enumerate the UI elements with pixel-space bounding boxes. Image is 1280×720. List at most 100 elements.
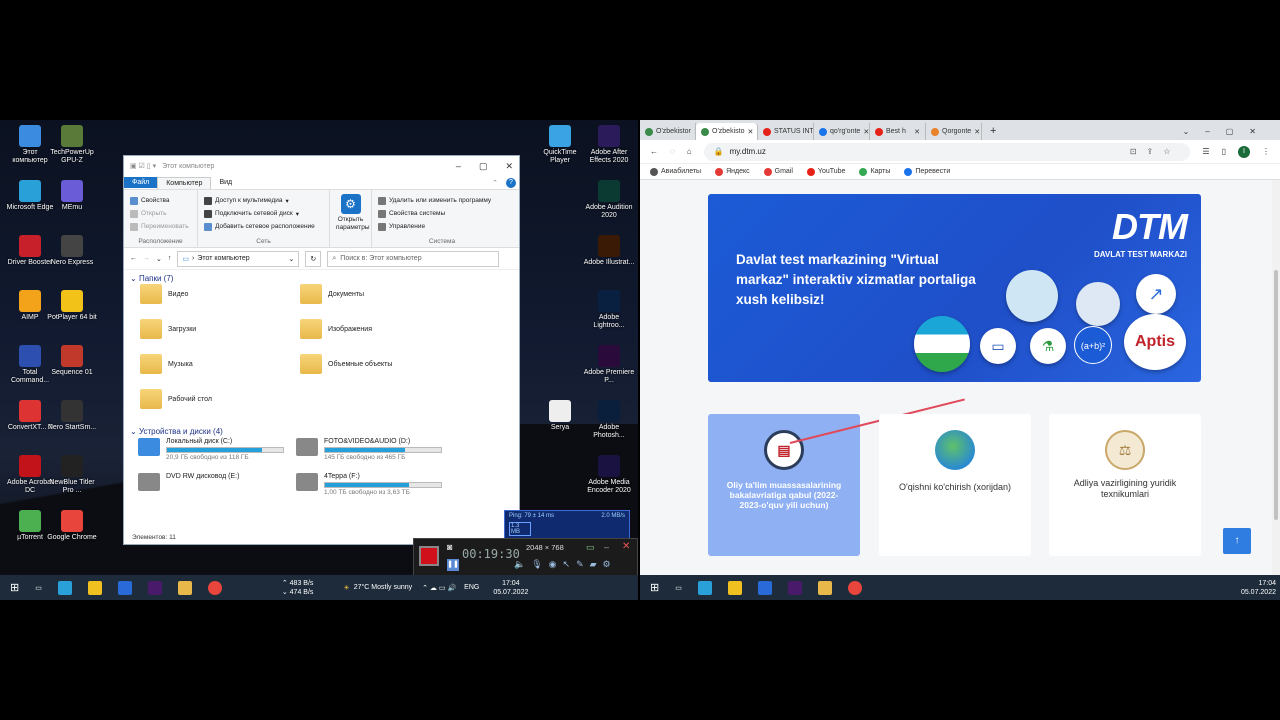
browser-tab[interactable]: Best h ✕ <box>870 123 926 140</box>
home-icon[interactable]: ⌂ <box>687 147 692 156</box>
mail-icon[interactable] <box>117 580 132 595</box>
ribbon-collapse-icon[interactable]: ⌃ <box>484 177 506 189</box>
card-transfer-abroad[interactable]: O'qishni ko'chirish (xorijdan) <box>879 414 1031 556</box>
tray-icons[interactable]: ⌃ ☁ ▭ 🔊 <box>422 584 456 592</box>
card-bachelor-admission[interactable]: ▤ Oliy ta'lim muassasalarining bakalavri… <box>708 414 860 556</box>
desktop-icon[interactable]: Adobe Audition 2020 <box>583 180 635 220</box>
bookmark-item[interactable]: Яндекс <box>715 167 750 176</box>
browser-tab[interactable]: O'zbekistor✕ <box>640 123 696 140</box>
minimize-button[interactable]: – <box>456 161 461 172</box>
settings-icon[interactable]: ⚙ <box>603 559 611 570</box>
browser-tab[interactable]: Qorgonte ✕ <box>926 123 982 140</box>
up-icon[interactable]: ↑ <box>168 255 172 262</box>
chevron-down-icon[interactable]: ⌄ <box>156 255 162 263</box>
desktop-icon[interactable]: PotPlayer 64 bit <box>46 290 98 322</box>
system-properties-button[interactable]: Свойства системы <box>378 207 506 220</box>
folder-icon[interactable]: ▰ <box>590 559 597 570</box>
folder-item[interactable]: Изображения <box>300 319 372 339</box>
rename-button[interactable]: Переименовать <box>130 220 191 233</box>
open-settings-button[interactable]: ⚙ Открыть параметры <box>330 190 372 247</box>
pause-button[interactable]: ❚❚ <box>447 559 459 571</box>
open-button[interactable]: Открыть <box>130 207 191 220</box>
management-button[interactable]: Управление <box>378 220 506 233</box>
premiere-icon[interactable] <box>147 580 162 595</box>
desktop-icon[interactable]: Adobe Photosh... <box>583 400 635 440</box>
premiere-icon[interactable] <box>787 580 802 595</box>
record-stop-button[interactable] <box>419 546 439 566</box>
webcam-icon[interactable]: ◉ <box>549 559 557 570</box>
mail-icon[interactable] <box>757 580 772 595</box>
clock[interactable]: 17:04 05.07.2022 <box>1241 579 1276 597</box>
refresh-icon[interactable]: ↻ <box>305 250 322 267</box>
search-input[interactable]: ⌕ Поиск в: Этот компьютер <box>327 250 500 267</box>
browser-tab[interactable]: qo'rg'onte ✕ <box>814 123 870 140</box>
speaker-icon[interactable]: 🔈 <box>514 559 525 570</box>
browser-tab[interactable]: STATUS INT✕ <box>758 123 814 140</box>
add-network-location-button[interactable]: Добавить сетевое расположение <box>204 220 323 233</box>
bookmark-item[interactable]: Карты <box>859 167 890 176</box>
map-drive-button[interactable]: Подключить сетевой диск ▾ <box>204 207 323 220</box>
desktop-icon[interactable]: Adobe After Effects 2020 <box>583 125 635 165</box>
explorer-icon[interactable] <box>817 580 832 595</box>
close-recorder-icon[interactable]: ✕ <box>622 541 630 552</box>
sidebar-icon[interactable]: ▯ <box>1222 147 1226 156</box>
close-button[interactable]: ✕ <box>505 161 513 172</box>
camera-icon[interactable]: ◙ <box>447 542 452 552</box>
drive-item[interactable]: FOTO&VIDEO&AUDIO (D:) 145 ГБ свободно из … <box>296 438 442 461</box>
desktop-icon[interactable]: MEmu <box>46 180 98 212</box>
window-icon[interactable]: ▭ <box>586 542 595 553</box>
close-tab-icon[interactable]: ✕ <box>747 128 753 136</box>
browser-tab[interactable]: O'zbekisto ✕ <box>696 123 758 140</box>
desktop-icon[interactable]: TechPowerUp GPU-Z <box>46 125 98 165</box>
store-icon[interactable] <box>87 580 102 595</box>
task-view-icon[interactable]: ▭ <box>675 584 682 592</box>
help-icon[interactable]: ? <box>506 177 516 188</box>
desktop-icon[interactable]: Nero Express <box>46 235 98 267</box>
back-icon[interactable]: ← <box>650 147 658 156</box>
chrome-icon[interactable] <box>847 580 862 595</box>
edge-icon[interactable] <box>57 580 72 595</box>
chrome-icon[interactable] <box>207 580 222 595</box>
new-tab-button[interactable]: + <box>990 125 996 137</box>
edge-icon[interactable] <box>697 580 712 595</box>
card-justice-ministry[interactable]: ⚖ Adliya vazirligining yuridik texnikuml… <box>1049 414 1201 556</box>
maximize-button[interactable]: ▢ <box>479 161 488 172</box>
weather-text[interactable]: 27°C Mostly sunny <box>354 584 412 591</box>
back-icon[interactable]: ← <box>130 255 137 262</box>
desktop-icon[interactable]: Google Chrome <box>46 510 98 542</box>
bookmark-item[interactable]: Авиабилеты <box>650 167 701 176</box>
folder-item[interactable]: Видео <box>140 284 188 304</box>
qa-toolbar-icon[interactable]: ▣ ☑ ▯ ▾ <box>130 162 156 170</box>
drive-item[interactable]: DVD RW дисковод (E:) <box>138 473 239 491</box>
close-tab-icon[interactable]: ✕ <box>974 128 980 136</box>
desktop-icon[interactable]: Serya <box>534 400 586 432</box>
desktop-icon[interactable]: NewBlue Titler Pro ... <box>46 455 98 495</box>
windows-start-icon[interactable]: ⊞ <box>650 581 659 594</box>
tab-view[interactable]: Вид <box>211 177 240 188</box>
properties-button[interactable]: Свойства <box>130 194 191 207</box>
cursor-icon[interactable]: ↖ <box>563 559 571 570</box>
desktop-icon[interactable]: Sequence 01 <box>46 345 98 377</box>
drive-item[interactable]: 4Tepра (F:) 1,00 ТБ свободно из 3,63 ТБ <box>296 473 442 496</box>
desktop-icon[interactable]: Nero StartSm... <box>46 400 98 432</box>
desktop-icon[interactable]: Adobe Illustrat... <box>583 235 635 267</box>
drive-item[interactable]: Локальный диск (C:) 20,9 ГБ свободно из 1… <box>138 438 284 461</box>
tab-file[interactable]: Файл <box>124 177 158 188</box>
folder-item[interactable]: Документы <box>300 284 364 304</box>
scroll-to-top-button[interactable]: ↑ <box>1223 528 1251 554</box>
reading-list-icon[interactable]: ☰ <box>1202 147 1209 156</box>
folder-item[interactable]: Рабочий стол <box>140 389 212 409</box>
language-indicator[interactable]: ENG <box>464 584 479 591</box>
pen-icon[interactable]: ✎ <box>576 559 584 570</box>
desktop-icon[interactable]: QuickTime Player <box>534 125 586 165</box>
folder-item[interactable]: Загрузки <box>140 319 196 339</box>
store-icon[interactable] <box>727 580 742 595</box>
bookmark-item[interactable]: YouTube <box>806 167 845 176</box>
mic-icon[interactable]: 🎙 <box>531 559 542 570</box>
task-view-icon[interactable]: ▭ <box>35 584 42 592</box>
address-bar[interactable]: 🔒 my.dtm.uz ⊡⇪☆ <box>703 142 1191 161</box>
folder-item[interactable]: Музыка <box>140 354 193 374</box>
windows-start-icon[interactable]: ⊞ <box>10 581 19 594</box>
uninstall-button[interactable]: Удалить или изменить программу <box>378 194 506 207</box>
explorer-icon[interactable] <box>177 580 192 595</box>
